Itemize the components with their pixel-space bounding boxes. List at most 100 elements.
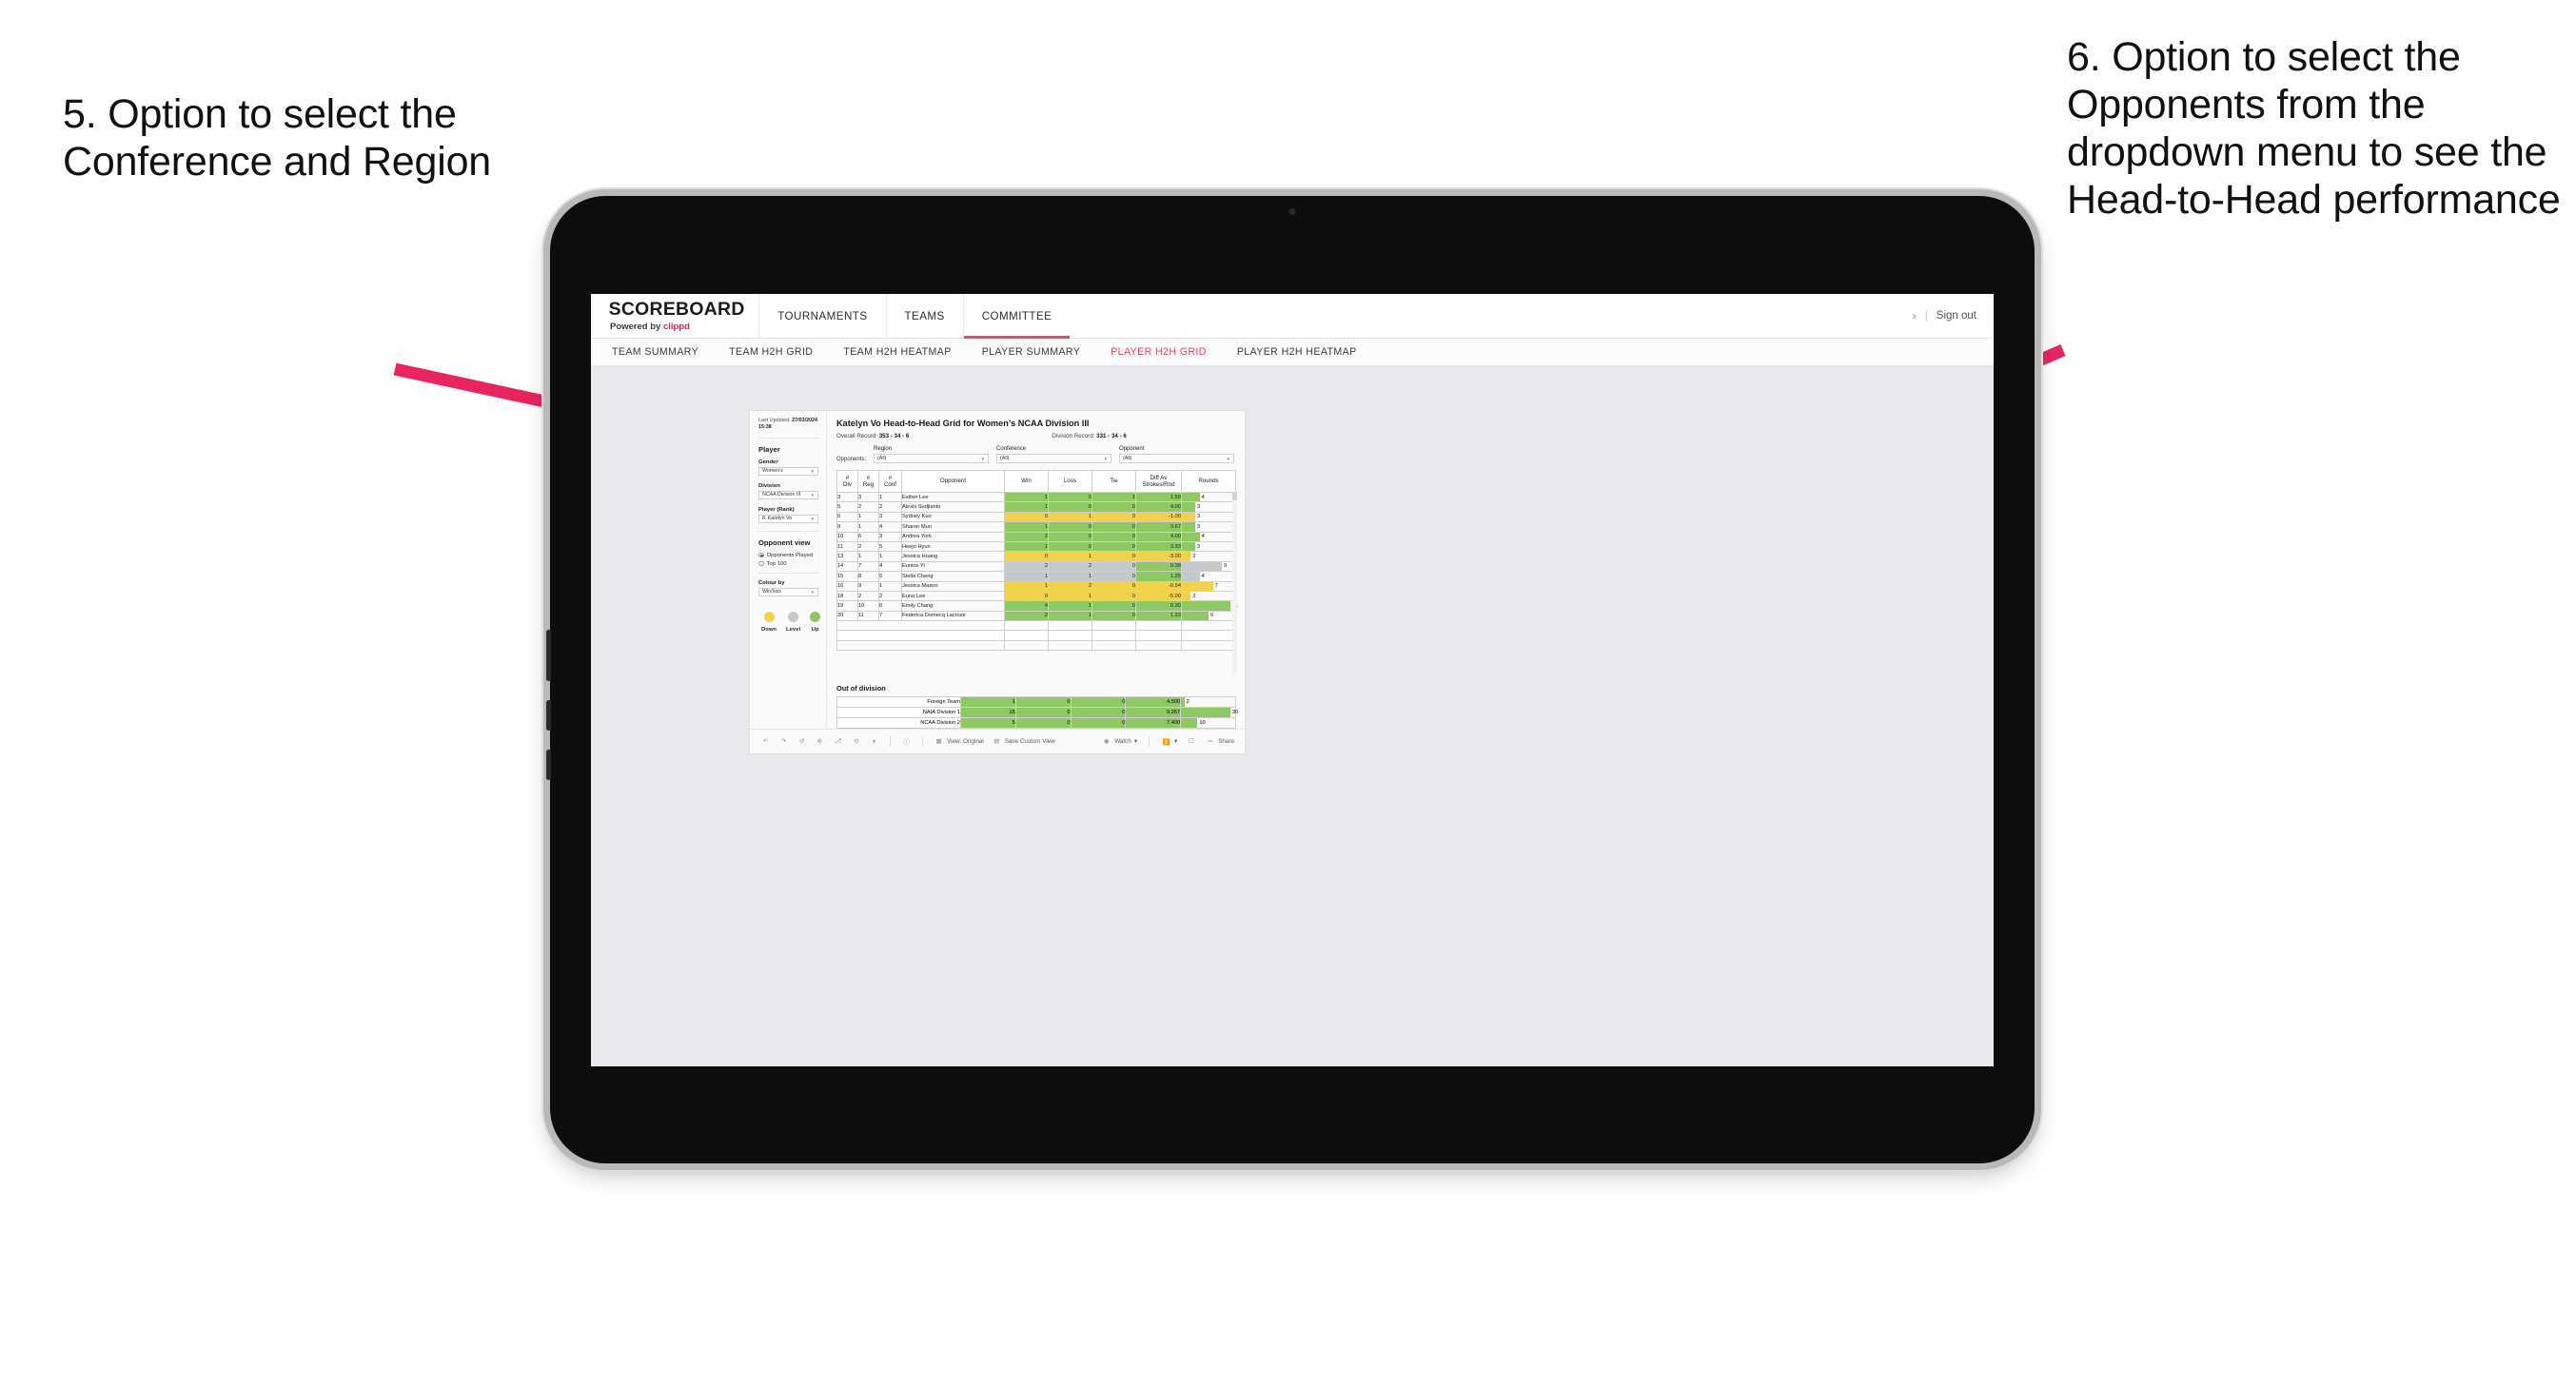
table-scrollbar[interactable] [1232,492,1237,674]
table-cell: 3 [857,491,879,503]
chevron-right-icon[interactable]: › [1913,309,1917,322]
subnav-item-player-h2h-heatmap[interactable]: PLAYER H2H HEATMAP [1237,346,1357,358]
radio-button-icon[interactable] [758,560,764,567]
out-of-division-cell: 5 [960,717,1016,729]
pause-updates-icon[interactable]: ⎇ [833,736,843,747]
radio-opponents-played[interactable]: Opponents Played [758,553,818,558]
download-button[interactable]: ⏫ ▾ [1161,736,1178,747]
out-of-division-row[interactable]: NAIA Division 1 15 0 0 9.267 30 [836,707,1238,718]
table-cell: 0.38 [1135,560,1182,573]
rounds-bar [1182,493,1200,502]
table-cell: 1 [1048,551,1092,562]
chevron-down-icon-toolbar[interactable]: ▼ [869,736,879,747]
out-of-division-body: Foreign Team 1 0 0 4.500 2 NAIA Division 1 15 0 0… [836,696,1238,729]
rounds-bar [1182,522,1195,532]
overall-record-value: 353 - 34 - 6 [878,433,910,439]
table-cell-empty [857,620,879,632]
rounds-bar-cell: 11 [1181,600,1238,612]
sign-out-link[interactable]: Sign out [1937,310,1976,322]
table-row[interactable]: 19106Emily Chang4100.3011 [836,600,1238,612]
out-of-division-row[interactable]: Foreign Team 1 0 0 4.500 2 [836,696,1236,708]
undo-icon[interactable]: ↶ [760,736,771,747]
table-cell: Sharon Mun [901,521,1005,533]
field-division: Division NCAA Division III ▼ [758,483,818,499]
share-button[interactable]: ∾ Share [1205,736,1234,747]
out-of-division-row[interactable]: NCAA Division 2 5 0 0 7.400 10 [836,717,1236,729]
viz-bottom-toolbar: ↶ ↷ ↺ ⎆ ⎇ ⟲ ▼ ⓘ ▦ View: Original ▤ Save Cu… [750,729,1245,753]
table-row[interactable]: 6 1 3 Sydney Kuo 0 1 0 -1.00 3 [836,511,1236,523]
dropdown-gender[interactable]: Women’s ▼ [758,466,818,476]
dropdown-division[interactable]: NCAA Division III ▼ [758,490,818,499]
nav-item-committee[interactable]: COMMITTEE [962,294,1071,339]
table-cell: 5 [878,571,902,582]
nav-item-tournaments[interactable]: TOURNAMENTS [758,294,885,338]
table-scrollbar-thumb[interactable] [1232,492,1237,500]
view-original-button[interactable]: ▦ View: Original [934,736,984,747]
out-of-division-rounds-cell: 30 [1180,707,1238,718]
table-cell: 0 [1004,590,1049,602]
subnav-item-player-h2h-grid[interactable]: PLAYER H2H GRID [1111,346,1207,358]
table-row[interactable]: 3 3 1 Esther Lee 1 0 1 1.50 4 [836,491,1236,503]
table-row[interactable]: 16 9 1 Jessica Mason 1 2 0 -0.94 7 [836,580,1236,592]
legend-dot-icon [788,611,799,622]
table-row[interactable]: 20 11 7 Federica Domecq Lacroze 2 1 0 1.33 6 [836,610,1236,622]
subnav-item-team-h2h-grid[interactable]: TEAM H2H GRID [729,346,813,358]
table-row[interactable]: 9 1 4 Sharon Mun 1 0 0 3.67 3 [836,521,1236,533]
table-cell: 6 [878,600,902,612]
undo-arrow-icon[interactable]: ⟲ [851,736,861,747]
table-row[interactable]: 13 1 1 Jessica Huang 0 1 0 -3.00 2 [836,551,1236,562]
table-cell-empty [1135,640,1182,652]
out-of-division-title: Out of division [836,684,886,693]
table-cell: 1.25 [1135,571,1182,582]
table-row[interactable]: 11 2 5 Heejo Hyun 1 0 0 3.33 3 [836,540,1236,553]
tablet-volume-down-button [546,750,551,780]
rounds-bar-cell: 4 [1181,571,1236,582]
brand-logo[interactable]: SCOREBOARD Powered by clippd [591,294,758,338]
viz-body: Last Updated: 27/03/2024 15:38 Player Ge… [750,411,1245,729]
watch-button[interactable]: ◉ Watch ▾ [1101,736,1137,747]
table-cell-empty [1004,630,1049,641]
table-cell: 0 [1048,491,1092,503]
subnav-item-player-summary[interactable]: PLAYER SUMMARY [982,346,1081,358]
filter-dropdown-region[interactable]: (All) ▼ [874,454,990,463]
table-row[interactable]: 10 6 3 Andrea York 2 0 0 4.00 4 [836,531,1236,542]
share-label: Share [1218,738,1234,745]
filter-caption: Conference [996,446,1027,452]
subnav-item-team-summary[interactable]: TEAM SUMMARY [612,346,698,358]
dropdown-value: Women’s [762,468,783,475]
table-row[interactable]: 14 7 4 Eunice Yi 2 2 0 0.38 9 [836,560,1236,573]
table-cell: 8 [857,571,879,582]
save-custom-view-button[interactable]: ▤ Save Custom View [992,736,1055,747]
nav-item-teams[interactable]: TEAMS [885,294,963,338]
table-row[interactable]: 5 2 2 Alexis Sudjianto 1 0 0 4.00 3 [836,501,1236,513]
filter-dropdown-opponent[interactable]: (All) ▼ [1119,454,1235,463]
revert-icon[interactable]: ↺ [796,736,807,747]
table-cell: 0 [1091,600,1136,612]
redo-icon[interactable]: ↷ [778,736,789,747]
annotation-left-text: 5. Option to select the Conference and R… [63,91,492,185]
radio-top-100[interactable]: Top 100 [758,561,818,567]
radio-button-icon[interactable] [758,552,764,558]
rounds-bar-cell: 4 [1181,491,1236,503]
brand-tagline-prefix: Powered by [610,322,663,332]
chevron-down-icon: ▼ [1103,456,1109,461]
colour-by-label: Colour by [758,579,785,586]
table-cell-empty [901,620,1005,632]
table-cell-empty [1091,620,1136,632]
table-cell: 18 [836,590,858,602]
top-navigation-bar: SCOREBOARD Powered by clippd TOURNAMENTS… [591,294,1994,339]
dropdown-player-rank[interactable]: 8. Katelyn Vo ▼ [758,514,818,523]
table-cell: 1 [1004,571,1049,582]
rounds-value: 4 [1201,573,1205,579]
table-cell: 19 [836,600,858,612]
colour-by-dropdown[interactable]: Win/loss ▼ [758,587,818,596]
fullscreen-icon[interactable]: ☐ [1186,736,1196,747]
table-cell: -3.00 [1135,551,1182,562]
help-icon[interactable]: ⓘ [901,736,912,747]
refresh-icon[interactable]: ⎆ [815,736,825,747]
division-record-value: 331 - 34 - 6 [1096,433,1127,439]
table-row[interactable]: 15 8 5 Stella Cheng 1 1 0 1.25 4 [836,571,1236,582]
filter-dropdown-conference[interactable]: (All) ▼ [996,454,1112,463]
table-row[interactable]: 18 2 2 Euna Lee 0 1 0 -5.00 2 [836,590,1236,602]
subnav-item-team-h2h-heatmap[interactable]: TEAM H2H HEATMAP [843,346,951,358]
